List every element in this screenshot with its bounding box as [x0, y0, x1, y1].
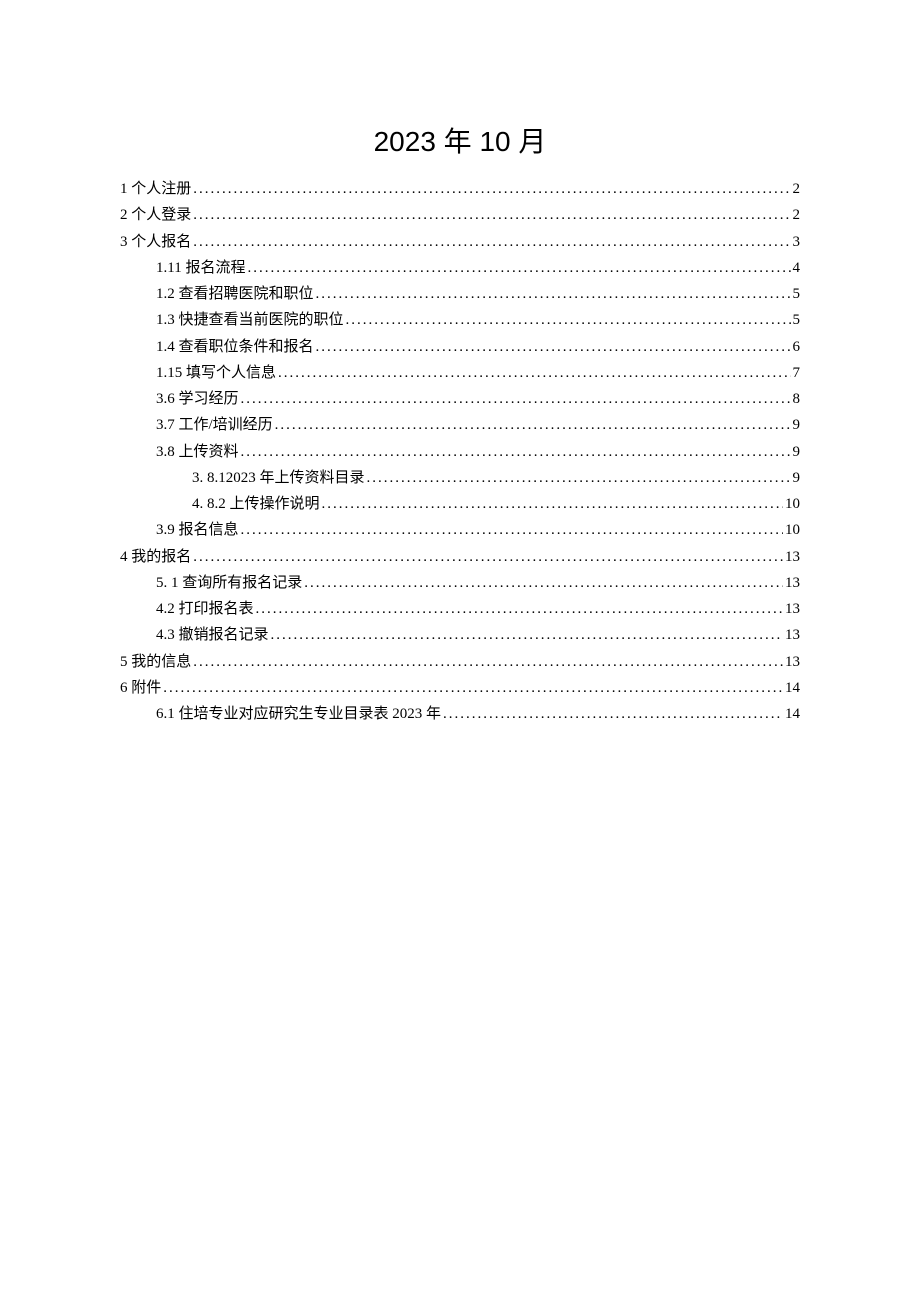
toc-page-number: 4 [793, 255, 801, 281]
toc-entry: 3.7 工作/培训经历 9 [120, 412, 800, 438]
toc-entry: 1.11 报名流程 4 [120, 255, 800, 281]
toc-entry: 3.6 学习经历 8 [120, 386, 800, 412]
toc-entry: 5 我的信息 13 [120, 649, 800, 675]
toc-entry: 1.4 查看职位条件和报名 6 [120, 334, 800, 360]
toc-label: 3.8 上传资料 [156, 439, 239, 465]
table-of-contents: 1 个人注册 22 个人登录 23 个人报名 31.11 报名流程 41.2 查… [120, 176, 800, 727]
toc-leader-dots [367, 465, 791, 491]
toc-entry: 4.3 撤销报名记录 13 [120, 622, 800, 648]
toc-entry: 3. 8.12023 年上传资料目录 9 [120, 465, 800, 491]
toc-page-number: 5 [793, 281, 801, 307]
toc-label: 1.3 快捷查看当前医院的职位 [156, 307, 344, 333]
toc-label: 1 个人注册 [120, 176, 191, 202]
toc-page-number: 13 [785, 649, 800, 675]
toc-entry: 4 我的报名 13 [120, 544, 800, 570]
toc-entry: 3 个人报名 3 [120, 229, 800, 255]
toc-leader-dots [241, 439, 791, 465]
toc-page-number: 2 [793, 176, 801, 202]
toc-entry: 6 附件 14 [120, 675, 800, 701]
toc-page-number: 13 [785, 570, 800, 596]
toc-leader-dots [256, 596, 783, 622]
toc-leader-dots [193, 544, 783, 570]
toc-page-number: 3 [793, 229, 801, 255]
toc-entry: 4. 8.2 上传操作说明 10 [120, 491, 800, 517]
toc-leader-dots [193, 649, 783, 675]
toc-entry: 1.3 快捷查看当前医院的职位 5 [120, 307, 800, 333]
toc-page-number: 14 [785, 675, 800, 701]
page-title: 2023 年 10 月 [120, 120, 800, 160]
toc-page-number: 8 [793, 386, 801, 412]
toc-page-number: 10 [785, 517, 800, 543]
toc-leader-dots [271, 622, 783, 648]
toc-label: 4.3 撤销报名记录 [156, 622, 269, 648]
toc-page-number: 7 [793, 360, 801, 386]
toc-leader-dots [241, 386, 791, 412]
toc-page-number: 5 [793, 307, 801, 333]
toc-entry: 5. 1 查询所有报名记录 13 [120, 570, 800, 596]
toc-leader-dots [193, 229, 790, 255]
toc-entry: 1.2 查看招聘医院和职位 5 [120, 281, 800, 307]
toc-label: 1.2 查看招聘医院和职位 [156, 281, 314, 307]
toc-page-number: 10 [785, 491, 800, 517]
toc-label: 3.6 学习经历 [156, 386, 239, 412]
toc-entry: 4.2 打印报名表 13 [120, 596, 800, 622]
toc-leader-dots [316, 334, 791, 360]
toc-page-number: 13 [785, 544, 800, 570]
toc-page-number: 9 [793, 439, 801, 465]
toc-entry: 1 个人注册 2 [120, 176, 800, 202]
toc-label: 4.2 打印报名表 [156, 596, 254, 622]
toc-leader-dots [443, 701, 783, 727]
toc-leader-dots [193, 176, 790, 202]
toc-leader-dots [241, 517, 783, 543]
toc-page-number: 6 [793, 334, 801, 360]
toc-entry: 3.8 上传资料 9 [120, 439, 800, 465]
toc-page-number: 13 [785, 596, 800, 622]
toc-label: 6.1 住培专业对应研究生专业目录表 2023 年 [156, 701, 441, 727]
toc-leader-dots [247, 255, 790, 281]
toc-label: 5. 1 查询所有报名记录 [156, 570, 302, 596]
toc-label: 4 我的报名 [120, 544, 191, 570]
toc-label: 2 个人登录 [120, 202, 191, 228]
toc-leader-dots [322, 491, 783, 517]
toc-leader-dots [193, 202, 790, 228]
toc-page-number: 14 [785, 701, 800, 727]
toc-leader-dots [278, 360, 790, 386]
toc-label: 3. 8.12023 年上传资料目录 [192, 465, 365, 491]
toc-leader-dots [304, 570, 783, 596]
toc-label: 1.11 报名流程 [156, 255, 245, 281]
toc-leader-dots [163, 675, 783, 701]
toc-label: 6 附件 [120, 675, 161, 701]
toc-page-number: 2 [793, 202, 801, 228]
toc-page-number: 9 [793, 412, 801, 438]
toc-entry: 1.15 填写个人信息 7 [120, 360, 800, 386]
toc-leader-dots [275, 412, 791, 438]
toc-label: 4. 8.2 上传操作说明 [192, 491, 320, 517]
toc-entry: 2 个人登录 2 [120, 202, 800, 228]
toc-label: 3.9 报名信息 [156, 517, 239, 543]
toc-label: 5 我的信息 [120, 649, 191, 675]
toc-leader-dots [316, 281, 791, 307]
toc-label: 3 个人报名 [120, 229, 191, 255]
toc-label: 1.15 填写个人信息 [156, 360, 276, 386]
toc-label: 1.4 查看职位条件和报名 [156, 334, 314, 360]
toc-page-number: 13 [785, 622, 800, 648]
toc-entry: 3.9 报名信息 10 [120, 517, 800, 543]
toc-leader-dots [346, 307, 791, 333]
toc-page-number: 9 [793, 465, 801, 491]
toc-label: 3.7 工作/培训经历 [156, 412, 273, 438]
toc-entry: 6.1 住培专业对应研究生专业目录表 2023 年 14 [120, 701, 800, 727]
